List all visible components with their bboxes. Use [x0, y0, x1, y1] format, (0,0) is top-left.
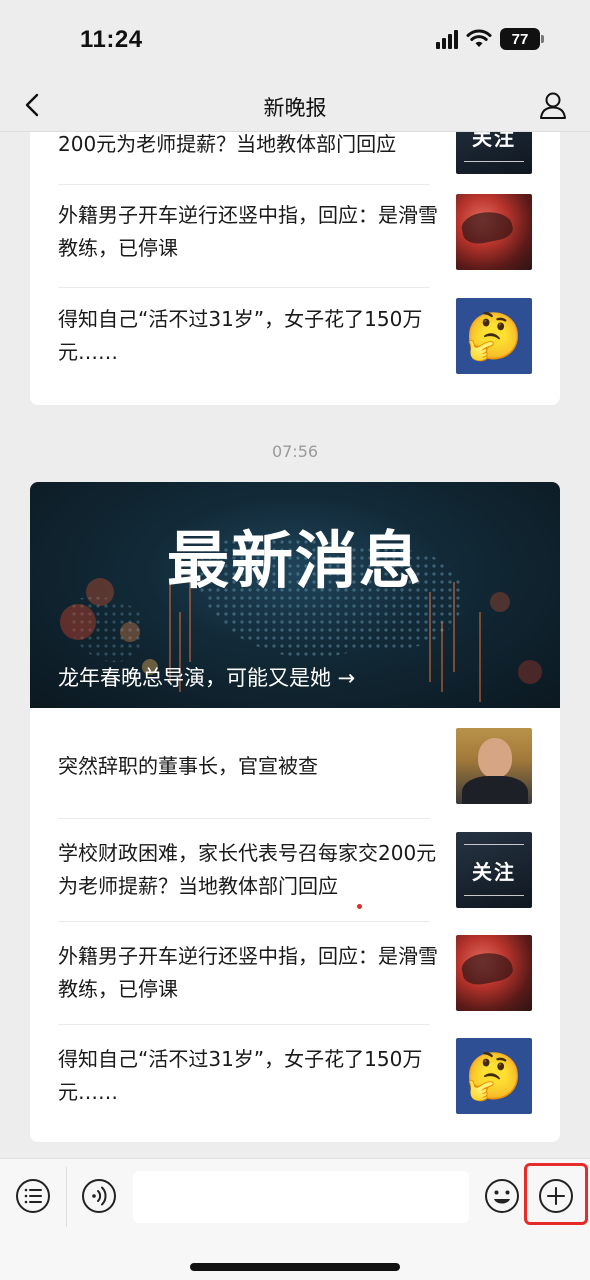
banner-article[interactable]: 最新消息 龙年春晚总导演，可能又是她 → — [30, 482, 560, 708]
profile-icon[interactable] — [538, 90, 568, 120]
article-thumbnail — [456, 935, 532, 1011]
thumbnail-label: 关注 — [472, 859, 516, 884]
divider — [66, 1167, 67, 1227]
list-item[interactable]: 外籍男子开车逆行还竖中指，回应：是滑雪教练，已停课 — [30, 180, 560, 284]
banner-title: 最新消息 — [166, 524, 423, 597]
list-item[interactable]: 突然辞职的董事长，官宣被查 — [30, 714, 560, 818]
menu-list-icon[interactable] — [14, 1177, 52, 1215]
chat-input-bar — [0, 1158, 590, 1280]
emoji-icon[interactable] — [483, 1177, 521, 1215]
list-item[interactable]: 得知自己“活不过31岁”，女子花了150万元…… 🤔 — [30, 1024, 560, 1128]
article-thumbnail: 🤔 — [456, 1038, 532, 1114]
wifi-icon — [466, 29, 492, 47]
plus-icon[interactable] — [537, 1177, 575, 1215]
home-indicator[interactable] — [190, 1263, 400, 1271]
list-item[interactable]: 学校财政困难，家长代表号召每家交200元为老师提薪？当地教体部门回应 关注 — [30, 818, 560, 922]
list-item[interactable]: 得知自己“活不过31岁”，女子花了150万元…… 🤔 — [30, 284, 560, 388]
article-title: 外籍男子开车逆行还竖中指，回应：是滑雪教练，已停课 — [58, 944, 438, 1001]
page-title: 新晚报 — [263, 96, 327, 120]
voice-icon[interactable] — [80, 1177, 118, 1215]
touch-indicator-dot — [357, 904, 362, 909]
article-title: 外籍男子开车逆行还竖中指，回应：是滑雪教练，已停课 — [58, 203, 438, 260]
cellular-signal-icon — [436, 29, 458, 49]
message-timestamp: 07:56 — [271, 442, 319, 461]
article-title: 学校财政困难，家长代表号召每家交200元为老师提薪？当地教体部门回应 — [58, 841, 437, 898]
article-thumbnail: 关注 — [456, 832, 532, 908]
nav-bar: 新晚报 — [0, 80, 590, 132]
article-title: 得知自己“活不过31岁”，女子花了150万元…… — [58, 1047, 423, 1104]
article-title: 得知自己“活不过31岁”，女子花了150万元…… — [58, 307, 423, 364]
battery-icon: 77 — [500, 28, 544, 50]
list-item[interactable]: 外籍男子开车逆行还竖中指，回应：是滑雪教练，已停课 — [30, 921, 560, 1025]
banner-caption: 龙年春晚总导演，可能又是她 → — [58, 666, 356, 690]
message-input[interactable] — [133, 1171, 469, 1223]
thinking-face-icon: 🤔 — [465, 1048, 523, 1103]
article-card: 最新消息 龙年春晚总导演，可能又是她 → 突然辞职的董事长，官宣被查 学校财政困… — [30, 482, 560, 1142]
article-card-previous: 200元为老师提薪？当地教体部门回应 关注 外籍男子开车逆行还竖中指，回应：是滑… — [30, 100, 560, 405]
article-thumbnail — [456, 728, 532, 804]
article-thumbnail: 🤔 — [456, 298, 532, 374]
article-title: 突然辞职的董事长，官宣被查 — [58, 753, 318, 778]
status-bar: 11:24 77 — [0, 0, 590, 80]
article-thumbnail — [456, 194, 532, 270]
status-icons: 77 — [436, 28, 544, 50]
status-time: 11:24 — [80, 26, 143, 53]
thinking-face-icon: 🤔 — [465, 308, 523, 363]
